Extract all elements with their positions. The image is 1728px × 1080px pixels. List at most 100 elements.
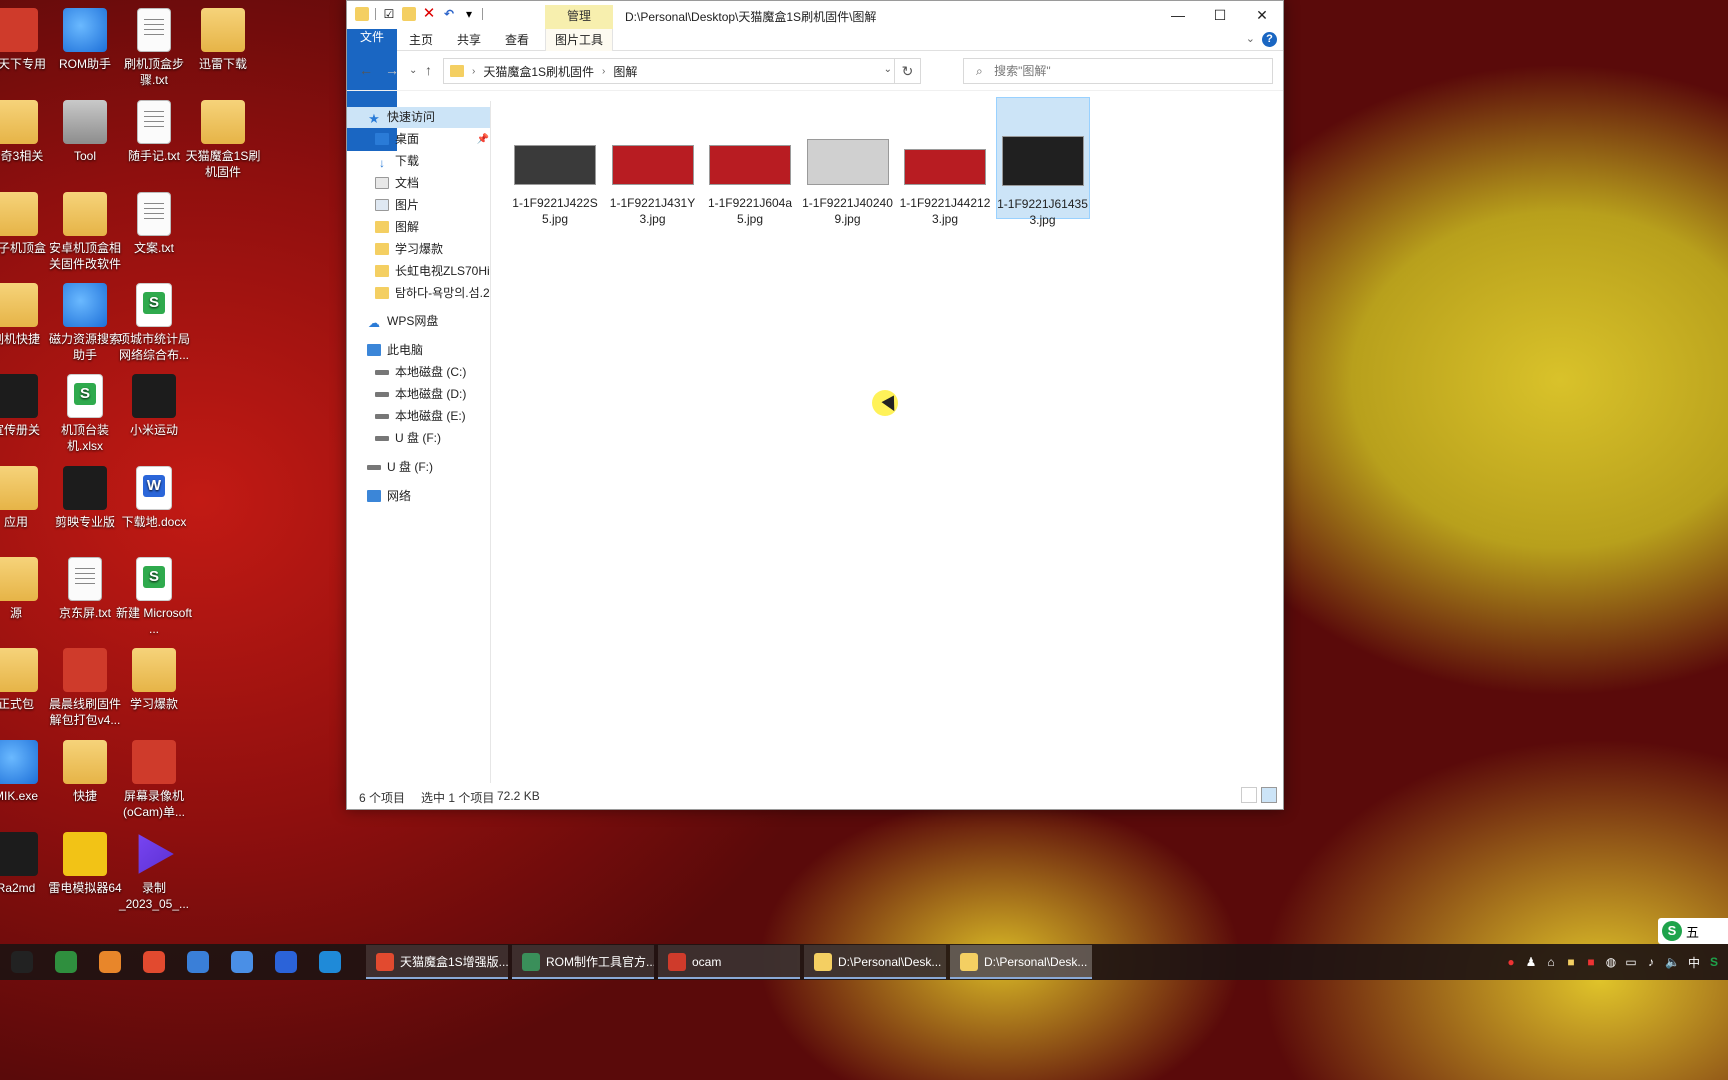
delete-icon[interactable]: ✕ <box>422 6 436 21</box>
desktop-icon-item[interactable]: 随手记.txt <box>114 100 194 164</box>
taskbar-task-button[interactable]: ROM制作工具官方... <box>512 945 654 979</box>
tab-share[interactable]: 共享 <box>447 29 491 51</box>
folder-tray-icon[interactable]: ■ <box>1565 955 1577 969</box>
desktop-icon-item[interactable]: 刷机顶盒步骤.txt <box>114 8 194 88</box>
chrome-icon[interactable] <box>132 944 176 980</box>
baidu-icon[interactable] <box>176 944 220 980</box>
wifi-icon[interactable]: ◍ <box>1605 955 1617 969</box>
chevron-right-icon[interactable]: › <box>602 66 605 77</box>
desktop-icon-item[interactable]: 晨晨线刷固件解包打包v4... <box>45 648 125 728</box>
edge-icon[interactable] <box>308 944 352 980</box>
nav-folder-korean[interactable]: 탐하다-욕망의.섬.2 <box>375 283 490 304</box>
feishu-icon[interactable] <box>264 944 308 980</box>
properties-icon[interactable]: ☑ <box>382 7 396 21</box>
desktop-icon-item[interactable]: 项城市统计局网络综合布... <box>114 283 194 363</box>
nav-usb-f-root[interactable]: U 盘 (F:) <box>367 457 433 478</box>
app-icon[interactable] <box>44 944 88 980</box>
desktop-icon-item[interactable]: 屏幕录像机(oCam)单... <box>114 740 194 820</box>
desktop-icon-item[interactable]: ROM助手 <box>45 8 125 72</box>
back-arrow-icon[interactable]: ← <box>359 62 373 78</box>
display-icon[interactable]: ▭ <box>1625 955 1637 969</box>
qq-icon[interactable] <box>0 944 44 980</box>
language-indicator[interactable]: 中 <box>1688 954 1700 971</box>
desktop-icon-item[interactable]: 天猫魔盒1S刷机固件 <box>183 100 263 180</box>
usb-icon[interactable]: ⌂ <box>1545 955 1557 969</box>
desktop-icon-item[interactable]: 录制_2023_05_... <box>114 832 194 912</box>
nav-quick-access[interactable]: ★ 快速访问 <box>347 107 490 128</box>
close-button[interactable]: ✕ <box>1241 1 1283 29</box>
nav-pictures[interactable]: 图片 <box>375 195 419 216</box>
recent-locations-icon[interactable]: ⌄ <box>409 65 417 76</box>
up-arrow-icon[interactable]: ↑ <box>425 62 432 78</box>
desktop-icon-item[interactable]: 小米运动 <box>114 374 194 438</box>
tab-picture-tools[interactable]: 图片工具 <box>545 29 613 51</box>
nav-drive-c[interactable]: 本地磁盘 (C:) <box>375 362 466 383</box>
desktop-icon-item[interactable]: Tool <box>45 100 125 164</box>
desktop-icon-item[interactable]: 迅雷下载 <box>183 8 263 72</box>
breadcrumb-current[interactable]: 图解 <box>613 63 637 80</box>
nav-drive-d[interactable]: 本地磁盘 (D:) <box>375 384 466 405</box>
ime-toolbar[interactable]: S 五 <box>1658 918 1728 944</box>
breadcrumb-parent[interactable]: 天猫魔盒1S刷机固件 <box>483 63 594 80</box>
file-item[interactable]: 1-1F9221J604a5.jpg <box>703 97 797 226</box>
nav-wps-cloud[interactable]: ☁ WPS网盘 <box>367 311 438 332</box>
details-view-icon[interactable] <box>1241 787 1257 803</box>
expand-ribbon-icon[interactable]: ⌄ <box>1246 32 1255 45</box>
new-folder-icon[interactable] <box>402 7 416 21</box>
taskbar-task-button[interactable]: D:\Personal\Desk... <box>950 945 1092 979</box>
minimize-button[interactable]: — <box>1157 1 1199 29</box>
nav-usb-f[interactable]: U 盘 (F:) <box>375 428 441 449</box>
mic-icon[interactable]: ♪ <box>1645 955 1657 969</box>
large-icons-view-icon[interactable] <box>1261 787 1277 803</box>
file-item[interactable]: 1-1F9221J614353.jpg <box>995 97 1090 227</box>
desktop-icon-item[interactable]: 雷电模拟器64 <box>45 832 125 896</box>
search-input[interactable]: ⌕ 搜索"图解" <box>963 58 1273 84</box>
refresh-icon[interactable]: ↻ <box>894 59 920 83</box>
browser-icon[interactable] <box>220 944 264 980</box>
nav-desktop[interactable]: 桌面 📌 <box>375 129 489 150</box>
desktop-icon-item[interactable]: 新建 Microsoft ... <box>114 557 194 637</box>
desktop-icon-label: 磁力资源搜索助手 <box>48 332 121 362</box>
nav-folder-changhong[interactable]: 长虹电视ZLS70Hi旧 <box>375 261 490 282</box>
ps-icon[interactable] <box>88 944 132 980</box>
undo-icon[interactable]: ↶ <box>442 7 456 21</box>
desktop-icon-item[interactable]: 机顶台装机.xlsx <box>45 374 125 454</box>
qq-tray-icon[interactable]: ♟ <box>1525 955 1537 969</box>
nav-folder-tujie[interactable]: 图解 <box>375 217 419 238</box>
nav-drive-e[interactable]: 本地磁盘 (E:) <box>375 406 466 427</box>
help-icon[interactable]: ? <box>1262 32 1277 47</box>
nav-folder-xuexi[interactable]: 学习爆款 <box>375 239 443 260</box>
taskbar-task-button[interactable]: D:\Personal\Desk... <box>804 945 946 979</box>
manage-contextual-tab[interactable]: 管理 <box>545 5 613 29</box>
desktop-icon-item[interactable]: 安卓机顶盒相关固件改软件 <box>45 192 125 272</box>
nav-network[interactable]: 网络 <box>367 486 411 507</box>
forward-arrow-icon[interactable]: → <box>385 62 399 78</box>
desktop-icon-item[interactable]: 学习爆款 <box>114 648 194 712</box>
chevron-right-icon[interactable]: › <box>472 66 475 77</box>
file-item[interactable]: 1-1F9221J431Y3.jpg <box>606 97 700 226</box>
desktop-icon-item[interactable]: 文案.txt <box>114 192 194 256</box>
nav-downloads[interactable]: ↓ 下载 <box>375 151 419 172</box>
desktop-icon-item[interactable]: 京东屏.txt <box>45 557 125 621</box>
notification-icon[interactable]: ■ <box>1585 955 1597 969</box>
customize-dropdown-icon[interactable]: ▾ <box>462 7 476 21</box>
file-item[interactable]: 1-1F9221J402409.jpg <box>801 97 895 226</box>
desktop-icon-item[interactable]: 剪映专业版 <box>45 466 125 530</box>
desktop-icon-item[interactable]: 快捷 <box>45 740 125 804</box>
sogou-tray-icon[interactable]: S <box>1708 955 1720 969</box>
desktop-icon-item[interactable]: 下载地.docx <box>114 466 194 530</box>
tab-view[interactable]: 查看 <box>495 29 539 51</box>
desktop-icon-item[interactable]: 磁力资源搜索助手 <box>45 283 125 363</box>
tab-home[interactable]: 主页 <box>399 29 443 51</box>
nav-documents[interactable]: 文档 <box>375 173 419 194</box>
address-bar[interactable]: › 天猫魔盒1S刷机固件 › 图解 ⌄ ↻ <box>443 58 921 84</box>
taskbar-task-button[interactable]: ocam <box>658 945 800 979</box>
record-icon[interactable]: ● <box>1505 955 1517 969</box>
chevron-down-icon[interactable]: ⌄ <box>884 64 892 75</box>
maximize-button[interactable]: ☐ <box>1199 1 1241 29</box>
file-item[interactable]: 1-1F9221J422S5.jpg <box>508 97 602 226</box>
nav-this-pc[interactable]: 此电脑 <box>367 340 423 361</box>
taskbar-task-button[interactable]: 天猫魔盒1S增强版... <box>366 945 508 979</box>
file-item[interactable]: 1-1F9221J442123.jpg <box>898 97 992 226</box>
volume-icon[interactable]: 🔈 <box>1665 955 1680 969</box>
